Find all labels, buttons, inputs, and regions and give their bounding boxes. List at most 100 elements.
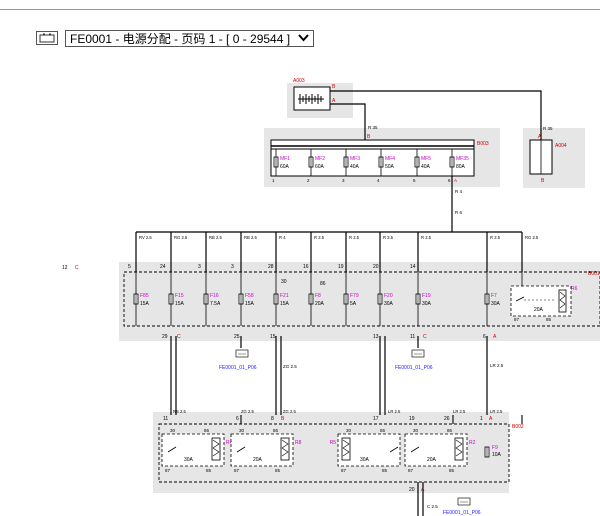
- b001-top-pin: 19: [338, 264, 344, 270]
- b002-id: B002: [512, 424, 524, 430]
- relay-pin-87: 87: [341, 468, 347, 473]
- b001-fuse-id: F20: [384, 293, 393, 299]
- b003-fuse-symbol: [273, 156, 279, 168]
- b001-fuse-symbol: [377, 293, 383, 305]
- row-num: 12: [62, 265, 68, 271]
- b001-fuse-rating: 30A: [384, 301, 394, 307]
- b001-inner-30: 30: [281, 279, 287, 285]
- relay-coil: [454, 437, 464, 461]
- b001-fuse-id: F58: [245, 293, 254, 299]
- b003-fuse-symbol: [378, 156, 384, 168]
- b002-wire-label: LR 2.5: [490, 409, 503, 414]
- b003-fuse-pin-code: A: [454, 178, 457, 183]
- r6-pin-85: 85: [546, 317, 552, 322]
- battery-id: A003: [293, 78, 305, 84]
- b001-top-pin: 14: [410, 264, 416, 270]
- relay-pin-30: 30: [170, 428, 176, 433]
- link-2[interactable]: FE0001_01_P06: [395, 349, 433, 371]
- b002-top-pin: 8: [271, 416, 274, 422]
- b001-bottom-pin: 29: [162, 334, 168, 340]
- b003-fuse-symbol: [308, 156, 314, 168]
- relay-pin-86: 86: [204, 428, 210, 433]
- b001-bottom-code-c: C: [177, 334, 181, 340]
- f9-id: F9: [492, 445, 498, 451]
- relay-pin-86: 86: [380, 428, 386, 433]
- b001-fuse-symbol: [133, 293, 139, 305]
- b003-wire-out-2: R 6: [455, 210, 463, 215]
- relay-rating: 30A: [360, 457, 370, 463]
- relay-coil: [341, 437, 351, 461]
- b001-bottom-pin: 15: [270, 334, 276, 340]
- mid-wire-lr: LR 2.5: [490, 363, 504, 368]
- relay-rating: 20A: [427, 457, 437, 463]
- b001-fuse-id: F19: [422, 293, 431, 299]
- f9-rating: 10A: [492, 452, 502, 458]
- relay-id: R2: [469, 440, 476, 446]
- b001-fuse-rating: 15A: [280, 301, 290, 307]
- b003-fuse-id: MF35: [456, 156, 469, 162]
- b002-wire-label: RS 2.5: [173, 409, 186, 414]
- b002-wire-label: LR 2.5: [388, 409, 401, 414]
- bus-drop-label: R 4: [279, 235, 286, 240]
- bus-drop-label: RV 2.5: [139, 235, 152, 240]
- b001-fuse-rating: 5A: [350, 301, 357, 307]
- relay-pin-30: 30: [413, 428, 419, 433]
- b003-fuse-id: MF1: [280, 156, 290, 162]
- bus-drop-label: RB 2.5: [244, 235, 257, 240]
- r6-pin-87: 87: [514, 317, 520, 322]
- b002-top-pin: 17: [373, 416, 379, 422]
- b001-fuse-symbol: [203, 293, 209, 305]
- generator-id: A004: [555, 143, 567, 149]
- b003-wire-out-1: R 4: [455, 189, 463, 194]
- b002-wire-label: ZG 2.5: [283, 409, 296, 414]
- b003-fuse-rating: 50A: [385, 164, 395, 170]
- bus-drop-label: RG 2.5: [525, 235, 539, 240]
- link-1-text[interactable]: FE0001_01_P06: [219, 365, 257, 371]
- b001-fuse-rating: 15A: [175, 301, 185, 307]
- bus-drop-label: R 2.5: [383, 235, 394, 240]
- b002-bottom-pin: 20: [409, 487, 415, 493]
- b001-fuse-id: F15: [175, 293, 184, 299]
- b002-top-pin: 1: [480, 416, 483, 422]
- b002-wire-label: LR 2.5: [453, 409, 466, 414]
- b001-bottom-pin: 11: [410, 334, 415, 340]
- b001-fuse-symbol: [343, 293, 349, 305]
- bus-drop-label: R 2.5: [349, 235, 360, 240]
- b001-fuse-rating: 15A: [245, 301, 255, 307]
- mid-wires: [170, 336, 488, 415]
- bus-drop-label: R 2.5: [314, 235, 325, 240]
- relay-pin-86: 86: [273, 428, 279, 433]
- b002-bottom-wire: C 2.5: [427, 504, 438, 509]
- link-2-text[interactable]: FE0001_01_P06: [395, 365, 433, 371]
- b001-top-pin: 20: [373, 264, 379, 270]
- bus-drop-label: R 2.5: [490, 235, 501, 240]
- b002-top-pin: 6: [236, 416, 239, 422]
- connector-icon: [411, 349, 425, 358]
- b003-fuse-symbol: [343, 156, 349, 168]
- b003-wire-in: R 35: [368, 125, 378, 130]
- relay-pin-86: 86: [447, 428, 453, 433]
- b001-fuse-symbol: [273, 293, 279, 305]
- link-3[interactable]: FE0001_01_P06: [443, 497, 481, 516]
- bus-drop-label: RB 2.5: [209, 235, 222, 240]
- relay-id: R8: [295, 440, 302, 446]
- b003-fuse-rating: 40A: [350, 164, 360, 170]
- b001-fuse-rating: 30A: [422, 301, 432, 307]
- relay-pin-30: 30: [346, 428, 352, 433]
- b003-fuse-id: MF3: [350, 156, 360, 162]
- mid-wire-zg: ZG 2.5: [283, 364, 297, 369]
- link-1[interactable]: FE0001_01_P06: [219, 349, 257, 371]
- b001-fuse-id: F21: [280, 293, 289, 299]
- relay-coil: [280, 437, 290, 461]
- row-code: C: [75, 265, 79, 271]
- link-3-text[interactable]: FE0001_01_P06: [443, 510, 481, 516]
- b001-fuse-symbol: [484, 293, 490, 305]
- b001-fuse-symbol: [415, 293, 421, 305]
- b001-fuse-symbol: [308, 293, 314, 305]
- relay-pin-85: 85: [382, 468, 388, 473]
- b001-top-pin: 3: [231, 264, 234, 270]
- relay-coil: [211, 437, 221, 461]
- relay-pin-85: 85: [449, 468, 455, 473]
- b001-fuse-id: F16: [210, 293, 219, 299]
- b001-fuse-symbol: [168, 293, 174, 305]
